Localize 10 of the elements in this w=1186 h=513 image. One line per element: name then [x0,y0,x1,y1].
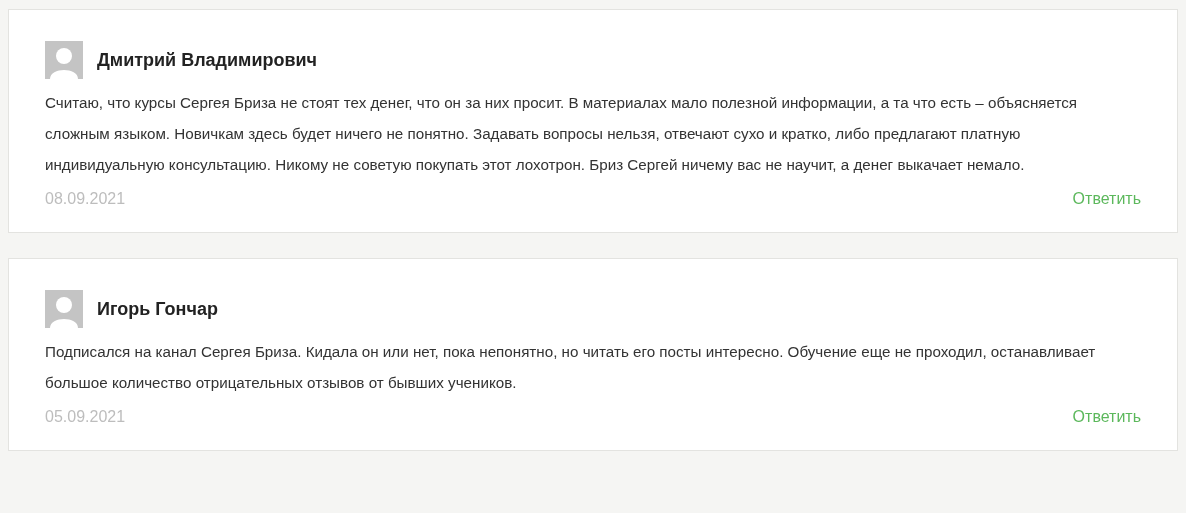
avatar-icon [45,41,83,79]
reply-link[interactable]: Ответить [1072,408,1141,426]
comment-text: Подписался на канал Сергея Бриза. Кидала он или нет, пока непонятно, но читать его посты интересно. Обучение еще не проходил, останавливает большое количество отрицательных отзывов от бывших учеников. [45,342,1097,393]
comment-text: Считаю, что курсы Сергея Бриза не стоят тех денег, что он за них просит. В материалах мало полезной информации, а та что есть – объясняется сложным языком. Новичкам здесь будет ничего не понятно. Задавать вопросы нельзя, отвечают сухо и кратко, либо предлагают платную индивидуальную консультацию. Никому не советую покупать этот лохотрон. Бриз Сергей ничему вас не научит, а денег выкачает немало. [45,93,1079,175]
reply-link[interactable]: Ответить [1072,190,1141,208]
author-name: Игорь Гончар [97,298,218,320]
author-name: Дмитрий Владимирович [97,49,318,71]
comment-date: 05.09.2021 [45,408,126,426]
avatar-icon [45,290,83,328]
comment-date: 08.09.2021 [45,190,126,208]
